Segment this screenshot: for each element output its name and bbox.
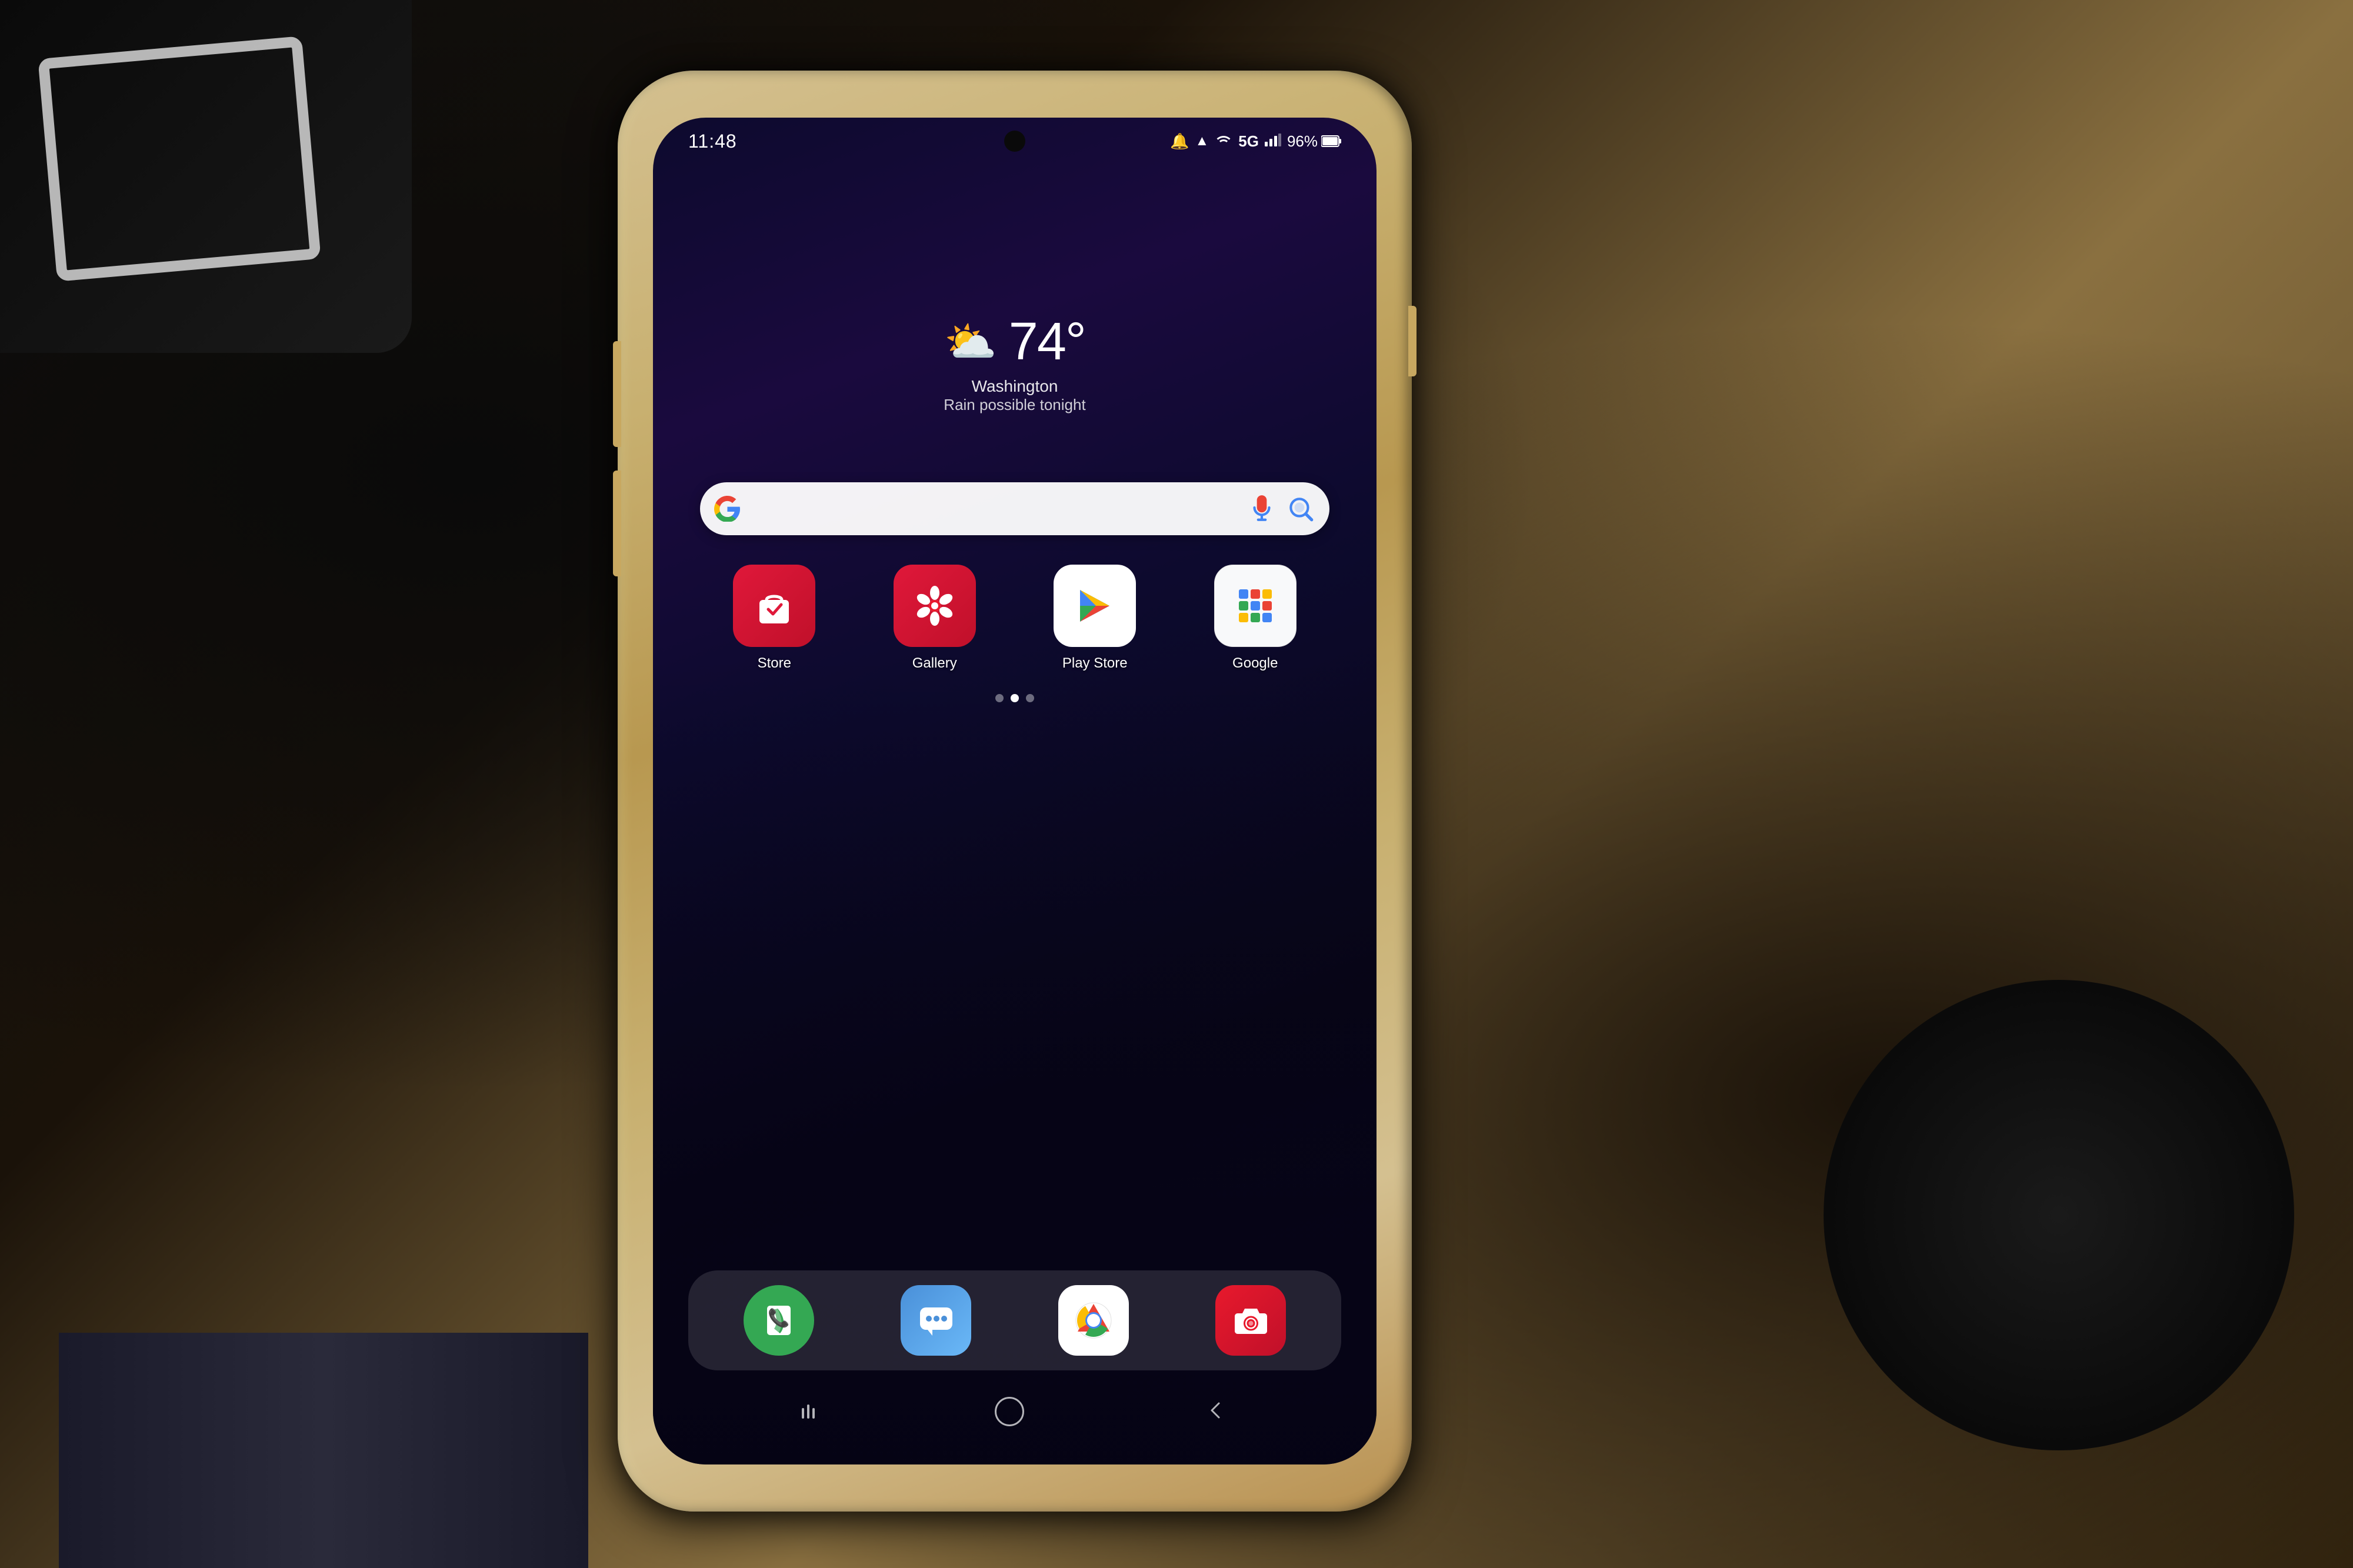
- status-time: 11:48: [688, 131, 737, 152]
- dock-camera-icon[interactable]: [1215, 1285, 1286, 1356]
- phone-screen: 11:48 🔔 ▲ 5G: [653, 118, 1377, 1464]
- store-label: Store: [758, 655, 791, 672]
- search-bar[interactable]: [700, 482, 1329, 535]
- page-dot-2: [1011, 694, 1019, 702]
- google-app-icon: [1214, 565, 1297, 647]
- dock-chrome-icon[interactable]: [1058, 1285, 1129, 1356]
- microphone-icon[interactable]: [1247, 494, 1277, 523]
- battery-icon: 96%: [1287, 132, 1341, 151]
- nav-recents-button[interactable]: [802, 1404, 815, 1419]
- page-dot-3: [1026, 694, 1034, 702]
- svg-text:📞: 📞: [768, 1306, 790, 1328]
- signal-bars-icon: [1265, 134, 1281, 149]
- dock-phone-icon[interactable]: 📞: [744, 1285, 814, 1356]
- playstore-label: Play Store: [1062, 655, 1128, 672]
- nav-back-button[interactable]: [1204, 1399, 1228, 1425]
- weather-temperature: 74°: [1009, 312, 1085, 372]
- dock: 📞: [688, 1270, 1341, 1370]
- app-google[interactable]: Google: [1181, 565, 1330, 672]
- sleeve: [59, 1333, 588, 1568]
- store-icon: [733, 565, 815, 647]
- google-label: Google: [1232, 655, 1278, 672]
- weather-main: ⛅ 74°: [944, 312, 1085, 372]
- gallery-icon: [894, 565, 976, 647]
- gallery-label: Gallery: [912, 655, 957, 672]
- notification-icon: 🔔: [1170, 132, 1189, 151]
- volume-down-button[interactable]: [613, 471, 621, 576]
- weather-cloud-icon: ⛅: [944, 317, 997, 367]
- phone-body: 11:48 🔔 ▲ 5G: [618, 71, 1412, 1512]
- page-dot-1: [995, 694, 1004, 702]
- app-gallery[interactable]: Gallery: [861, 565, 1009, 672]
- weather-location: Washington: [972, 377, 1058, 396]
- app-playstore[interactable]: Play Store: [1021, 565, 1169, 672]
- lens-search-icon[interactable]: [1286, 494, 1315, 523]
- nav-bar: [653, 1382, 1377, 1441]
- weather-widget: ⛅ 74° Washington Rain possible tonight: [653, 312, 1377, 414]
- signal-text: 5G: [1238, 132, 1259, 151]
- warning-icon: ▲: [1195, 133, 1209, 149]
- playstore-icon: [1054, 565, 1136, 647]
- status-icons: 🔔 ▲ 5G: [1170, 132, 1341, 151]
- google-g-icon: [714, 496, 740, 522]
- bg-chair: [1824, 980, 2294, 1450]
- weather-description: Rain possible tonight: [944, 396, 1085, 414]
- power-button[interactable]: [1408, 306, 1417, 376]
- page-dots: [653, 694, 1377, 702]
- app-grid: Store: [700, 565, 1329, 672]
- nav-home-button[interactable]: [995, 1397, 1024, 1426]
- volume-up-button[interactable]: [613, 341, 621, 447]
- wifi-icon: [1215, 132, 1232, 151]
- phone: 11:48 🔔 ▲ 5G: [618, 71, 1412, 1512]
- app-store[interactable]: Store: [700, 565, 849, 672]
- dock-messages-icon[interactable]: [901, 1285, 971, 1356]
- camera-cutout: [1004, 131, 1025, 152]
- bg-white-frame: [38, 36, 321, 282]
